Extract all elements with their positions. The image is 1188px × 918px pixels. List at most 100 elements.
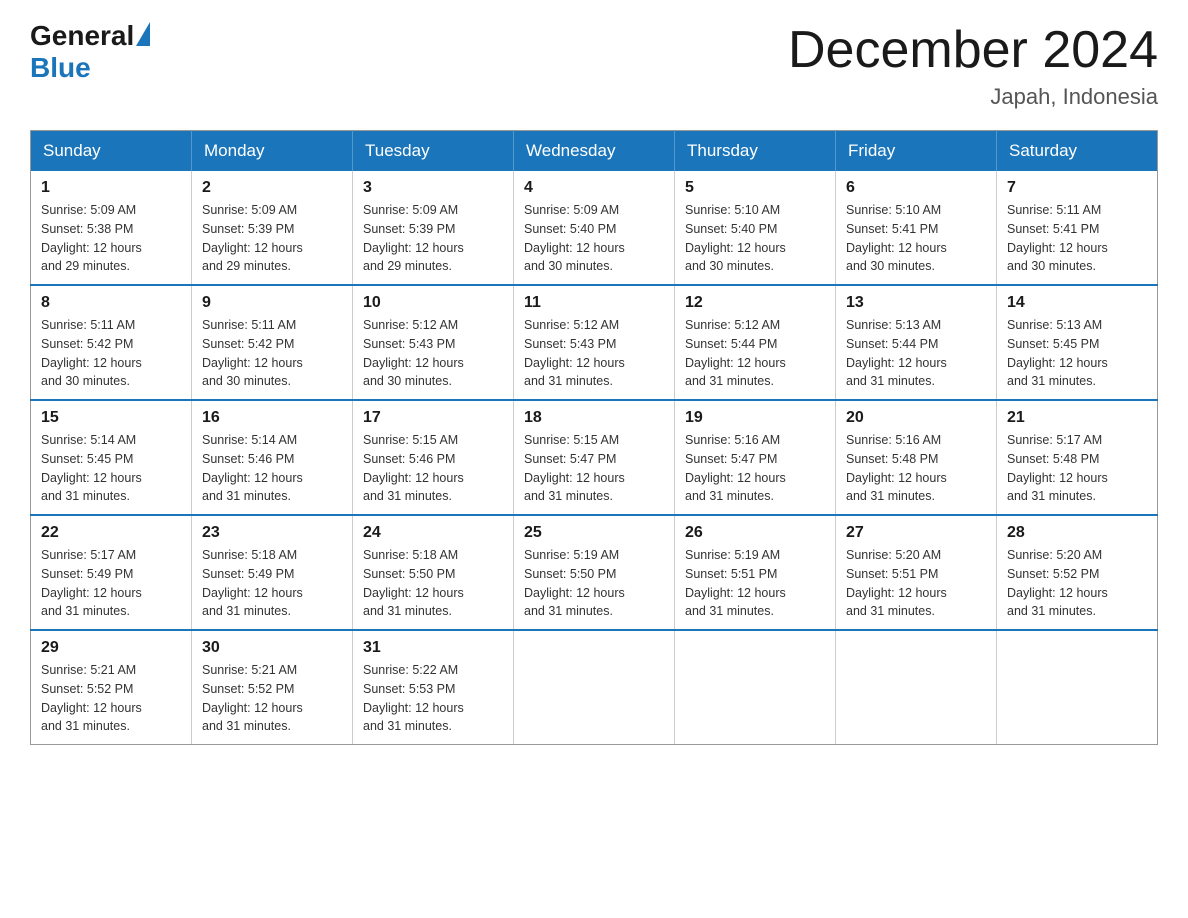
day-info: Sunrise: 5:10 AMSunset: 5:41 PMDaylight:… xyxy=(846,201,986,276)
calendar-cell: 21 Sunrise: 5:17 AMSunset: 5:48 PMDayligh… xyxy=(997,400,1158,515)
month-title: December 2024 xyxy=(788,20,1158,80)
calendar-cell xyxy=(514,630,675,745)
calendar-week-row: 22 Sunrise: 5:17 AMSunset: 5:49 PMDayligh… xyxy=(31,515,1158,630)
day-info: Sunrise: 5:11 AMSunset: 5:42 PMDaylight:… xyxy=(202,316,342,391)
calendar-cell: 20 Sunrise: 5:16 AMSunset: 5:48 PMDayligh… xyxy=(836,400,997,515)
day-number: 2 xyxy=(202,179,342,197)
day-number: 31 xyxy=(363,639,503,657)
day-number: 13 xyxy=(846,294,986,312)
calendar-cell: 18 Sunrise: 5:15 AMSunset: 5:47 PMDayligh… xyxy=(514,400,675,515)
calendar-cell: 26Sunrise: 5:19 AMSunset: 5:51 PMDayligh… xyxy=(675,515,836,630)
column-header-sunday: Sunday xyxy=(31,131,192,172)
day-number: 3 xyxy=(363,179,503,197)
day-number: 11 xyxy=(524,294,664,312)
calendar-table: SundayMondayTuesdayWednesdayThursdayFrid… xyxy=(30,130,1158,745)
day-number: 4 xyxy=(524,179,664,197)
day-info: Sunrise: 5:13 AMSunset: 5:45 PMDaylight:… xyxy=(1007,316,1147,391)
calendar-cell: 17 Sunrise: 5:15 AMSunset: 5:46 PMDayligh… xyxy=(353,400,514,515)
day-number: 9 xyxy=(202,294,342,312)
day-info: Sunrise: 5:15 AMSunset: 5:47 PMDaylight:… xyxy=(524,431,664,506)
day-info: Sunrise: 5:16 AMSunset: 5:47 PMDaylight:… xyxy=(685,431,825,506)
day-number: 14 xyxy=(1007,294,1147,312)
day-info: Sunrise: 5:14 AMSunset: 5:45 PMDaylight:… xyxy=(41,431,181,506)
calendar-cell: 8Sunrise: 5:11 AMSunset: 5:42 PMDaylight… xyxy=(31,285,192,400)
calendar-cell: 30Sunrise: 5:21 AMSunset: 5:52 PMDayligh… xyxy=(192,630,353,745)
calendar-week-row: 29 Sunrise: 5:21 AMSunset: 5:52 PMDayligh… xyxy=(31,630,1158,745)
day-info: Sunrise: 5:09 AMSunset: 5:40 PMDaylight:… xyxy=(524,201,664,276)
day-info: Sunrise: 5:19 AMSunset: 5:51 PMDaylight:… xyxy=(685,546,825,621)
day-number: 10 xyxy=(363,294,503,312)
calendar-cell: 23Sunrise: 5:18 AMSunset: 5:49 PMDayligh… xyxy=(192,515,353,630)
title-section: December 2024 Japah, Indonesia xyxy=(788,20,1158,110)
calendar-cell: 3Sunrise: 5:09 AMSunset: 5:39 PMDaylight… xyxy=(353,171,514,285)
column-header-saturday: Saturday xyxy=(997,131,1158,172)
day-number: 29 xyxy=(41,639,181,657)
day-info: Sunrise: 5:20 AMSunset: 5:52 PMDaylight:… xyxy=(1007,546,1147,621)
calendar-cell: 5 Sunrise: 5:10 AMSunset: 5:40 PMDaylight… xyxy=(675,171,836,285)
calendar-cell xyxy=(997,630,1158,745)
calendar-cell: 16 Sunrise: 5:14 AMSunset: 5:46 PMDayligh… xyxy=(192,400,353,515)
day-number: 15 xyxy=(41,409,181,427)
calendar-cell xyxy=(836,630,997,745)
day-info: Sunrise: 5:14 AMSunset: 5:46 PMDaylight:… xyxy=(202,431,342,506)
calendar-cell: 29Sunrise: 5:21 AMSunset: 5:52 PMDayligh… xyxy=(31,630,192,745)
column-header-tuesday: Tuesday xyxy=(353,131,514,172)
day-info: Sunrise: 5:12 AMSunset: 5:43 PMDaylight:… xyxy=(363,316,503,391)
day-info: Sunrise: 5:13 AMSunset: 5:44 PMDaylight:… xyxy=(846,316,986,391)
logo: General Blue xyxy=(30,20,150,84)
calendar-cell: 25Sunrise: 5:19 AMSunset: 5:50 PMDayligh… xyxy=(514,515,675,630)
calendar-cell: 1Sunrise: 5:09 AMSunset: 5:38 PMDaylight… xyxy=(31,171,192,285)
day-info: Sunrise: 5:22 AMSunset: 5:53 PMDaylight:… xyxy=(363,661,503,736)
column-header-wednesday: Wednesday xyxy=(514,131,675,172)
calendar-cell: 11 Sunrise: 5:12 AMSunset: 5:43 PMDayligh… xyxy=(514,285,675,400)
calendar-week-row: 1Sunrise: 5:09 AMSunset: 5:38 PMDaylight… xyxy=(31,171,1158,285)
day-number: 21 xyxy=(1007,409,1147,427)
day-info: Sunrise: 5:17 AMSunset: 5:48 PMDaylight:… xyxy=(1007,431,1147,506)
day-number: 5 xyxy=(685,179,825,197)
calendar-cell: 14 Sunrise: 5:13 AMSunset: 5:45 PMDayligh… xyxy=(997,285,1158,400)
day-info: Sunrise: 5:16 AMSunset: 5:48 PMDaylight:… xyxy=(846,431,986,506)
calendar-cell: 4 Sunrise: 5:09 AMSunset: 5:40 PMDaylight… xyxy=(514,171,675,285)
day-number: 19 xyxy=(685,409,825,427)
calendar-cell: 13 Sunrise: 5:13 AMSunset: 5:44 PMDayligh… xyxy=(836,285,997,400)
day-number: 20 xyxy=(846,409,986,427)
day-number: 27 xyxy=(846,524,986,542)
calendar-cell: 9 Sunrise: 5:11 AMSunset: 5:42 PMDaylight… xyxy=(192,285,353,400)
logo-blue-text: Blue xyxy=(30,52,91,84)
location-subtitle: Japah, Indonesia xyxy=(788,84,1158,110)
day-info: Sunrise: 5:10 AMSunset: 5:40 PMDaylight:… xyxy=(685,201,825,276)
day-info: Sunrise: 5:18 AMSunset: 5:49 PMDaylight:… xyxy=(202,546,342,621)
calendar-week-row: 8Sunrise: 5:11 AMSunset: 5:42 PMDaylight… xyxy=(31,285,1158,400)
calendar-cell: 15 Sunrise: 5:14 AMSunset: 5:45 PMDayligh… xyxy=(31,400,192,515)
day-info: Sunrise: 5:17 AMSunset: 5:49 PMDaylight:… xyxy=(41,546,181,621)
day-info: Sunrise: 5:21 AMSunset: 5:52 PMDaylight:… xyxy=(202,661,342,736)
day-number: 1 xyxy=(41,179,181,197)
day-info: Sunrise: 5:15 AMSunset: 5:46 PMDaylight:… xyxy=(363,431,503,506)
calendar-cell: 7 Sunrise: 5:11 AMSunset: 5:41 PMDaylight… xyxy=(997,171,1158,285)
day-number: 25 xyxy=(524,524,664,542)
day-info: Sunrise: 5:11 AMSunset: 5:41 PMDaylight:… xyxy=(1007,201,1147,276)
calendar-cell: 31 Sunrise: 5:22 AMSunset: 5:53 PMDayligh… xyxy=(353,630,514,745)
day-info: Sunrise: 5:09 AMSunset: 5:39 PMDaylight:… xyxy=(202,201,342,276)
day-number: 17 xyxy=(363,409,503,427)
calendar-cell: 22 Sunrise: 5:17 AMSunset: 5:49 PMDayligh… xyxy=(31,515,192,630)
day-number: 16 xyxy=(202,409,342,427)
logo-triangle-icon xyxy=(136,22,150,46)
column-header-monday: Monday xyxy=(192,131,353,172)
calendar-cell: 2 Sunrise: 5:09 AMSunset: 5:39 PMDaylight… xyxy=(192,171,353,285)
calendar-cell: 28Sunrise: 5:20 AMSunset: 5:52 PMDayligh… xyxy=(997,515,1158,630)
day-number: 6 xyxy=(846,179,986,197)
day-info: Sunrise: 5:12 AMSunset: 5:43 PMDaylight:… xyxy=(524,316,664,391)
column-header-thursday: Thursday xyxy=(675,131,836,172)
calendar-header-row: SundayMondayTuesdayWednesdayThursdayFrid… xyxy=(31,131,1158,172)
calendar-cell: 12 Sunrise: 5:12 AMSunset: 5:44 PMDayligh… xyxy=(675,285,836,400)
day-number: 12 xyxy=(685,294,825,312)
day-number: 18 xyxy=(524,409,664,427)
day-info: Sunrise: 5:11 AMSunset: 5:42 PMDaylight:… xyxy=(41,316,181,391)
day-number: 7 xyxy=(1007,179,1147,197)
day-number: 22 xyxy=(41,524,181,542)
day-info: Sunrise: 5:18 AMSunset: 5:50 PMDaylight:… xyxy=(363,546,503,621)
day-info: Sunrise: 5:12 AMSunset: 5:44 PMDaylight:… xyxy=(685,316,825,391)
calendar-cell: 10 Sunrise: 5:12 AMSunset: 5:43 PMDayligh… xyxy=(353,285,514,400)
calendar-cell: 19 Sunrise: 5:16 AMSunset: 5:47 PMDayligh… xyxy=(675,400,836,515)
